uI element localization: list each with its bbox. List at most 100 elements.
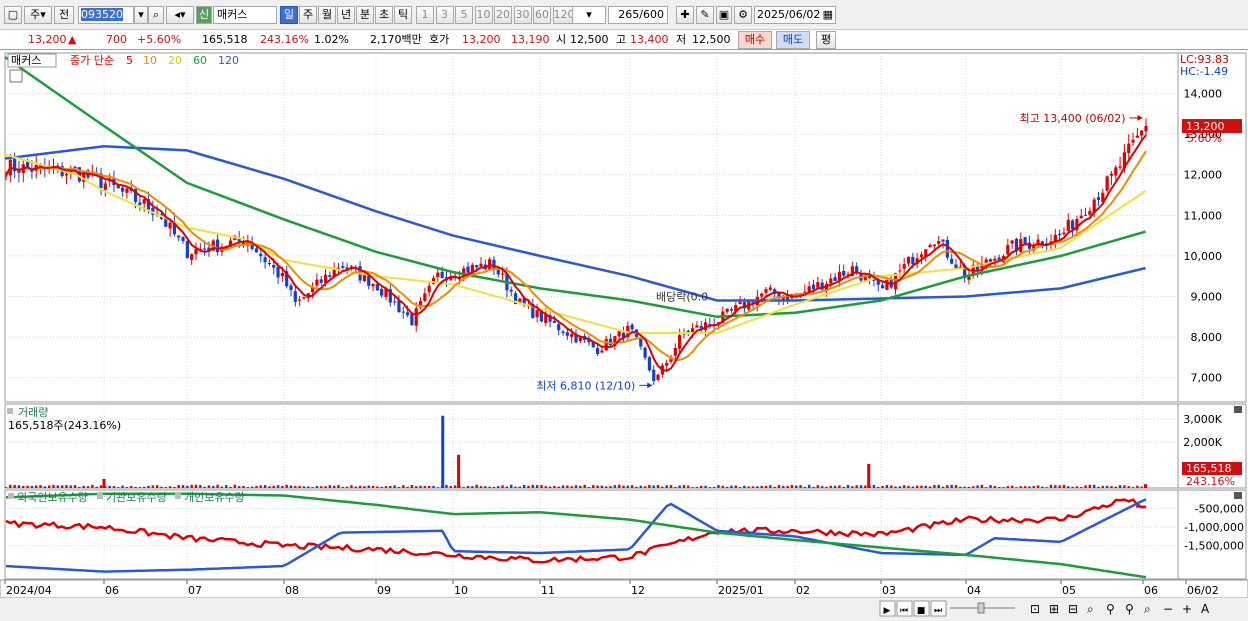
date-field[interactable]: 2025/06/02 ▦ — [754, 6, 836, 24]
sell-button[interactable]: 매도 — [776, 31, 810, 49]
bottom-tool-icon[interactable]: ⌕ — [1144, 602, 1151, 616]
volume-bar — [1092, 484, 1096, 488]
volume-bar — [384, 486, 388, 488]
holdings-title-marker — [97, 493, 103, 499]
interval-button-10[interactable]: 10 — [474, 6, 493, 24]
interval-button-5[interactable]: 5 — [455, 6, 473, 24]
x-tick-label: 08 — [285, 584, 299, 597]
volume-bar — [341, 486, 345, 488]
candle-body — [203, 248, 207, 250]
volume-bar — [561, 485, 565, 488]
tab-4[interactable]: 분 — [356, 6, 374, 24]
bottom-tool-icon[interactable]: ⊡ — [1030, 602, 1040, 616]
volume-bar — [397, 486, 401, 488]
volume-bar — [449, 486, 452, 488]
volume-panel-close-icon[interactable] — [1234, 406, 1242, 413]
current-price: 13,200 — [28, 33, 67, 46]
zoom-slider-handle[interactable] — [977, 602, 985, 614]
volume-bar — [522, 484, 526, 488]
volume-bar — [52, 484, 55, 488]
crosshair-icon[interactable]: ✚ — [676, 6, 694, 24]
interval-button-1[interactable]: 1 — [416, 6, 434, 24]
volume-bar — [687, 485, 690, 488]
volume-bar — [225, 485, 228, 488]
code-dropdown-icon[interactable]: ▾ — [134, 6, 148, 24]
period-select[interactable]: 주▾ — [24, 6, 52, 24]
volume-bar — [1084, 485, 1087, 488]
candle-body — [906, 256, 911, 264]
x-tick-label: 07 — [188, 584, 202, 597]
volume-bar — [1114, 486, 1117, 488]
ma-legend-20: 20 — [168, 54, 182, 67]
eval-button[interactable]: 평 — [816, 31, 836, 49]
scroll-control-icon[interactable]: ⏭ — [934, 606, 942, 616]
chart-type-icon[interactable]: ▢ — [4, 6, 22, 24]
volume-bar — [782, 486, 785, 488]
volume-bar — [358, 485, 362, 488]
gear-icon[interactable]: ⚙ — [734, 6, 752, 24]
save-icon[interactable]: ▣ — [716, 6, 732, 24]
tab-6[interactable]: 틱 — [394, 6, 412, 24]
candle-body — [1062, 232, 1066, 235]
candle-body — [500, 273, 505, 275]
bottom-tool-icon[interactable]: ⌕ — [1087, 602, 1094, 616]
draw-tool-icon[interactable]: ✎ — [696, 6, 714, 24]
scroll-control-icon[interactable]: ■ — [917, 606, 926, 616]
search-icon[interactable]: ⌕ — [148, 6, 164, 24]
volume-bar — [1019, 486, 1022, 488]
interval-button-20[interactable]: 20 — [494, 6, 512, 24]
buy-button[interactable]: 매수 — [738, 31, 772, 49]
volume-bar — [177, 484, 180, 488]
volume-bar — [194, 484, 198, 488]
volume-bar — [108, 485, 111, 488]
bottom-tool-icon[interactable]: A — [1201, 602, 1210, 616]
volume-bar — [1110, 486, 1113, 488]
bottom-tool-icon[interactable]: ⚲ — [1125, 602, 1134, 616]
scroll-control-icon[interactable]: ⏮ — [900, 606, 908, 616]
volume-bar — [985, 487, 988, 488]
calendar-icon[interactable]: ▦ — [823, 7, 833, 23]
x-tick-label: 05 — [1062, 584, 1076, 597]
candle-body — [898, 270, 902, 272]
interval-button-3[interactable]: 3 — [435, 6, 454, 24]
tab-5[interactable]: 초 — [375, 6, 393, 24]
candle-body — [988, 259, 993, 262]
scroll-control-icon[interactable]: ▶ — [884, 606, 891, 616]
candle-body — [328, 275, 332, 277]
interval-button-30[interactable]: 30 — [513, 6, 532, 24]
volume-bar — [795, 485, 798, 488]
bottom-tool-icon[interactable]: ⚲ — [1106, 602, 1115, 616]
scroll-select[interactable]: ▾ — [572, 6, 606, 24]
volume-bar — [1127, 486, 1130, 488]
interval-button-60[interactable]: 60 — [533, 6, 551, 24]
tab-3[interactable]: 년 — [337, 6, 355, 24]
volume-bar — [972, 486, 975, 488]
speaker-icon[interactable]: ◂▾ — [166, 6, 194, 24]
ma-legend-60: 60 — [193, 54, 207, 67]
stock-name-field[interactable]: 매커스 — [213, 6, 277, 24]
candle-body — [954, 264, 958, 269]
candle-body — [729, 309, 734, 311]
volume-bar — [570, 486, 573, 488]
tab-1[interactable]: 주 — [299, 6, 317, 24]
bottom-tool-icon[interactable]: − — [1163, 602, 1173, 616]
volume-bar — [864, 485, 867, 488]
volume-bar — [173, 487, 176, 488]
candle-body — [1114, 167, 1118, 176]
tab-0[interactable]: 일 — [280, 6, 298, 24]
holdings-panel-close-icon[interactable] — [1234, 492, 1242, 499]
stock-code-input[interactable]: 093520 — [78, 6, 134, 24]
volume-bar — [855, 485, 858, 488]
bottom-tool-icon[interactable]: ⊞ — [1049, 602, 1059, 616]
count-field[interactable]: 265/600 — [608, 6, 668, 24]
candle-body — [405, 312, 410, 316]
bottom-tool-icon[interactable]: ⊟ — [1068, 602, 1078, 616]
tab-2[interactable]: 월 — [318, 6, 336, 24]
volume-bar — [4, 487, 8, 488]
table-icon[interactable] — [9, 69, 23, 83]
bottom-tool-icon[interactable]: + — [1182, 602, 1192, 616]
candle-body — [902, 264, 906, 269]
candle-body — [932, 244, 937, 247]
volume-bar — [669, 485, 673, 488]
prev-button[interactable]: 전 — [54, 6, 74, 24]
